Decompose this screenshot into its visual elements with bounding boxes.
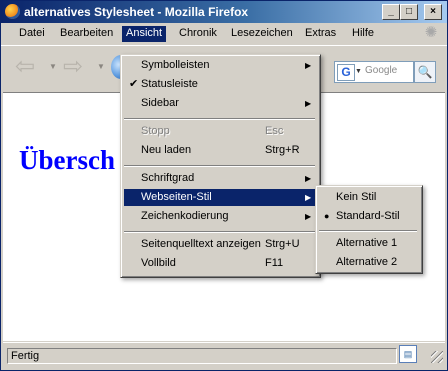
menu-item-symbolleisten[interactable]: Symbolleisten ▶	[124, 57, 315, 74]
back-button[interactable]: ⇦	[15, 52, 35, 82]
menu-datei[interactable]: Datei	[15, 26, 49, 42]
menu-bearbeiten[interactable]: Bearbeiten	[56, 26, 117, 42]
submenu-arrow-icon: ▶	[305, 99, 312, 108]
menu-chronik[interactable]: Chronik	[175, 26, 221, 42]
menu-item-label: Vollbild	[141, 257, 176, 269]
submenu-arrow-icon: ▶	[305, 174, 312, 183]
minimize-button[interactable]: _	[382, 4, 400, 20]
throbber-icon: ✺	[424, 24, 438, 41]
menu-item-label: Schriftgrad	[141, 172, 195, 184]
submenu-arrow-icon: ▶	[305, 61, 312, 70]
status-page-icon: ▤	[399, 345, 417, 363]
submenu-item-alternative-1[interactable]: Alternative 1	[319, 235, 416, 252]
menu-item-label: Neu laden	[141, 144, 192, 156]
menu-item-vollbild[interactable]: Vollbild F11	[124, 255, 315, 272]
forward-button[interactable]: ⇨	[63, 52, 83, 82]
menu-extras[interactable]: Extras	[301, 26, 340, 42]
submenu-item-alternative-2[interactable]: Alternative 2	[319, 254, 416, 271]
page-heading: Übersch	[19, 145, 115, 175]
search-engine-icon[interactable]: G	[337, 64, 355, 81]
menu-item-label: Symbolleisten	[141, 59, 210, 71]
checkmark-icon: ✔	[129, 78, 139, 90]
submenu-item-label: Kein Stil	[336, 191, 377, 203]
menu-item-shortcut: Strg+R	[265, 144, 300, 156]
menu-item-schriftgrad[interactable]: Schriftgrad ▶	[124, 170, 315, 187]
menu-item-shortcut: F11	[265, 257, 284, 269]
maximize-button[interactable]: □	[400, 4, 418, 20]
menu-item-label: Seitenquelltext anzeigen	[141, 238, 261, 250]
status-text: Fertig	[7, 348, 397, 364]
menu-item-label: Zeichenkodierung	[141, 210, 229, 222]
menu-bar: Datei Bearbeiten Ansicht Chronik Lesezei…	[1, 23, 447, 44]
search-engine-dropdown-icon[interactable]: ▼	[355, 68, 362, 75]
menu-item-sidebar[interactable]: Sidebar ▶	[124, 95, 315, 112]
view-menu: Symbolleisten ▶ ✔ Statusleiste Sidebar ▶…	[120, 54, 321, 278]
menu-item-shortcut: Strg+U	[265, 238, 300, 250]
title-bar[interactable]: alternatives Stylesheet - Mozilla Firefo…	[1, 1, 447, 23]
back-dropdown-icon[interactable]: ▼	[49, 62, 57, 71]
submenu-item-label: Standard-Stil	[336, 210, 400, 222]
menu-ansicht[interactable]: Ansicht	[122, 26, 167, 42]
search-input[interactable]: G ▼ Google	[334, 61, 414, 83]
firefox-icon	[5, 4, 20, 19]
window-title: alternatives Stylesheet - Mozilla Firefo…	[24, 5, 249, 19]
menu-item-stopp[interactable]: Stopp Esc	[124, 123, 315, 140]
menu-lesezeichen[interactable]: Lesezeichen	[227, 26, 297, 42]
menu-item-webseiten-stil[interactable]: Webseiten-Stil ▶	[124, 189, 317, 206]
menu-separator	[319, 230, 417, 232]
submenu-item-label: Alternative 1	[336, 237, 398, 249]
menu-item-zeichenkodierung[interactable]: Zeichenkodierung ▶	[124, 208, 315, 225]
resize-grip[interactable]	[431, 351, 443, 363]
submenu-arrow-icon: ▶	[305, 193, 312, 202]
submenu-item-label: Alternative 2	[336, 256, 398, 268]
submenu-arrow-icon: ▶	[305, 212, 312, 221]
menu-item-label: Webseiten-Stil	[141, 191, 212, 203]
search-placeholder: Google	[365, 65, 398, 76]
menu-item-label: Statusleiste	[141, 78, 198, 90]
menu-separator	[124, 231, 315, 233]
menu-item-label: Stopp	[141, 125, 170, 137]
menu-item-statusleiste[interactable]: ✔ Statusleiste	[124, 76, 315, 93]
submenu-item-kein-stil[interactable]: Kein Stil	[319, 189, 416, 206]
menu-item-shortcut: Esc	[265, 125, 284, 137]
menu-item-neu-laden[interactable]: Neu laden Strg+R	[124, 142, 315, 159]
status-bar: Fertig ▤	[3, 342, 445, 365]
style-submenu: Kein Stil ● Standard-Stil Alternative 1 …	[315, 185, 423, 274]
radio-bullet-icon: ●	[324, 211, 330, 221]
forward-dropdown-icon[interactable]: ▼	[97, 62, 105, 71]
menu-item-seitenquelltext[interactable]: Seitenquelltext anzeigen Strg+U	[124, 236, 315, 253]
close-button[interactable]: ×	[424, 4, 442, 20]
menu-hilfe[interactable]: Hilfe	[348, 26, 378, 42]
menu-item-label: Sidebar	[141, 97, 179, 109]
menu-separator	[124, 118, 315, 120]
search-go-button[interactable]: 🔍	[414, 61, 436, 83]
menu-separator	[124, 165, 315, 167]
submenu-item-standard-stil[interactable]: ● Standard-Stil	[319, 208, 416, 225]
